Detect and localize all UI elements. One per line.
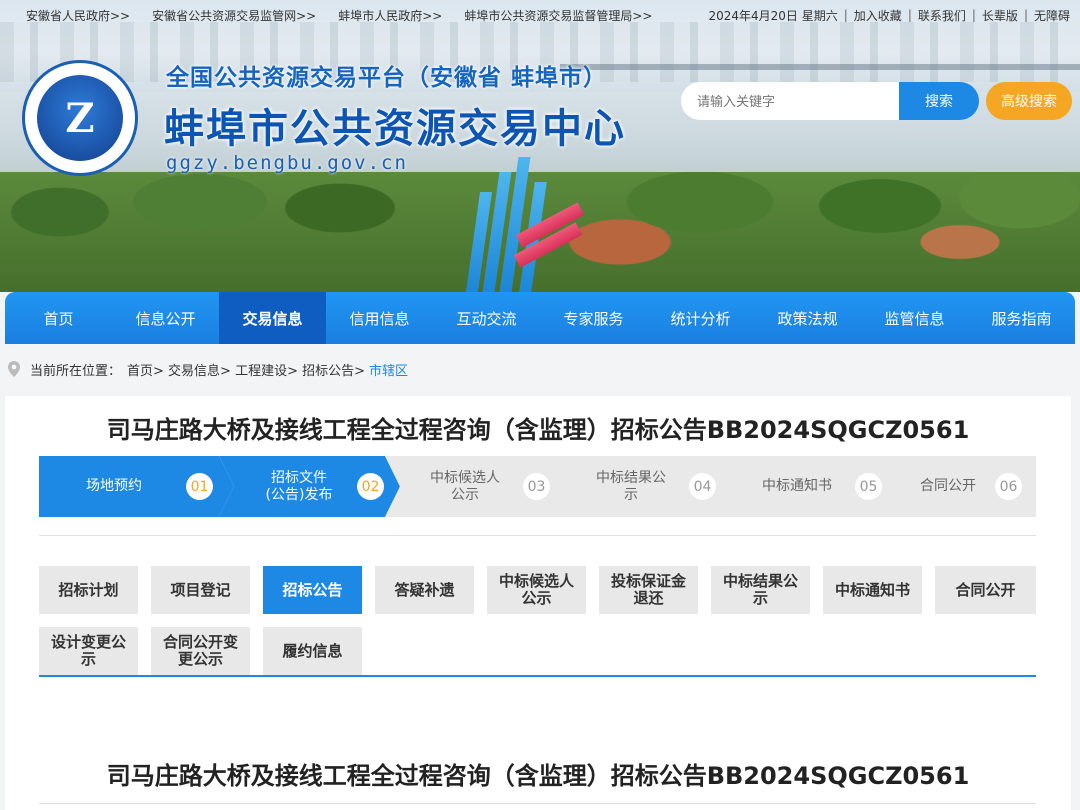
separator: | [971, 8, 976, 22]
content-card: 司马庄路大桥及接线工程全过程咨询（含监理）招标公告BB2024SQGCZ0561… [5, 396, 1071, 810]
nav-item-service-guide[interactable]: 服务指南 [968, 292, 1075, 344]
search-button[interactable]: 搜索 [899, 82, 979, 120]
tabs-underline [39, 675, 1036, 677]
tab-award-notice[interactable]: 中标通知书 [823, 566, 922, 614]
location-pin-icon [8, 361, 20, 377]
tab-bid-notice[interactable]: 招标公告 [263, 566, 362, 614]
step-5[interactable]: 中标通知书 05 [717, 456, 898, 517]
tab-deposit-refund[interactable]: 投标保证金退还 [599, 566, 698, 614]
site-title[interactable]: 蚌埠市公共资源交易中心 [164, 96, 626, 154]
banner-sculpture [455, 150, 585, 292]
tab-performance-info[interactable]: 履约信息 [263, 627, 362, 675]
banner-bridge [560, 64, 1080, 70]
breadcrumb-current[interactable]: 市辖区 [369, 360, 408, 379]
step-label: 中标候选人 公示 [430, 469, 500, 503]
step-2[interactable]: 招标文件 (公告)发布 02 [219, 456, 400, 517]
accessibility-link[interactable]: 无障碍 [1034, 7, 1070, 24]
advanced-search-button[interactable]: 高级搜索 [986, 82, 1072, 120]
tab-bid-plan[interactable]: 招标计划 [39, 566, 138, 614]
current-date: 2024年4月20日 星期六 [708, 8, 838, 23]
nav-item-expert-service[interactable]: 专家服务 [540, 292, 647, 344]
tab-result-publicity[interactable]: 中标结果公示 [711, 566, 810, 614]
breadcrumb: 当前所在位置： 首页> 交易信息> 工程建设> 招标公告> 市辖区 [0, 356, 408, 382]
step-3[interactable]: 中标候选人 公示 03 [385, 456, 566, 517]
step-label: 场地预约 [86, 478, 142, 494]
external-links: 安徽省人民政府>> 安徽省公共资源交易监管网>> 蚌埠市人民政府>> 蚌埠市公共… [0, 7, 675, 24]
title-divider [39, 803, 1036, 804]
top-utility-bar: 安徽省人民政府>> 安徽省公共资源交易监管网>> 蚌埠市人民政府>> 蚌埠市公共… [0, 0, 1080, 30]
step-number: 03 [523, 473, 550, 500]
step-number: 06 [995, 473, 1022, 500]
step-number: 01 [186, 473, 213, 500]
step-4[interactable]: 中标结果公 示 04 [551, 456, 732, 517]
step-6[interactable]: 合同公开 06 [883, 456, 1036, 517]
tab-project-registration[interactable]: 项目登记 [151, 566, 250, 614]
link-anhui-gov[interactable]: 安徽省人民政府>> [26, 7, 130, 24]
section-divider [39, 535, 1036, 536]
search-input[interactable] [681, 82, 901, 120]
site-logo[interactable]: Z [22, 60, 138, 176]
tab-contract-disclosure[interactable]: 合同公开 [935, 566, 1036, 614]
link-anhui-ggzy[interactable]: 安徽省公共资源交易监管网>> [152, 7, 316, 24]
nav-item-home[interactable]: 首页 [5, 292, 112, 344]
breadcrumb-label: 当前所在位置： [30, 363, 122, 379]
add-favorite-link[interactable]: 加入收藏 [854, 7, 902, 24]
contact-us-link[interactable]: 联系我们 [918, 7, 966, 24]
separator: | [843, 8, 848, 22]
process-steps: 场地预约 01 招标文件 (公告)发布 02 中标候选人 公示 03 中标结果公… [39, 456, 1036, 517]
step-1[interactable]: 场地预约 01 [39, 456, 234, 517]
step-label: 招标文件 (公告)发布 [265, 469, 333, 503]
elder-mode-link[interactable]: 长辈版 [982, 7, 1018, 24]
separator: | [1023, 8, 1028, 22]
notice-title: 司马庄路大桥及接线工程全过程咨询（含监理）招标公告BB2024SQGCZ0561 [106, 762, 970, 790]
step-number: 05 [855, 473, 882, 500]
separator: | [907, 8, 912, 22]
nav-item-trade-info[interactable]: 交易信息 [219, 292, 326, 344]
page-title: 司马庄路大桥及接线工程全过程咨询（含监理）招标公告BB2024SQGCZ0561 [106, 416, 970, 444]
logo-emblem-icon: Z [37, 75, 123, 161]
site-subtitle: 全国公共资源交易平台（安徽省 蚌埠市） [166, 65, 608, 91]
nav-item-policies[interactable]: 政策法规 [754, 292, 861, 344]
nav-item-supervision[interactable]: 监管信息 [861, 292, 968, 344]
step-label: 合同公开 [920, 478, 976, 494]
main-nav: 首页 信息公开 交易信息 信用信息 互动交流 专家服务 统计分析 政策法规 监管… [5, 292, 1075, 344]
link-bengbu-gov[interactable]: 蚌埠市人民政府>> [338, 7, 442, 24]
site-url: ggzy.bengbu.gov.cn [166, 152, 408, 174]
step-number: 02 [357, 473, 384, 500]
tab-qa-supplement[interactable]: 答疑补遗 [375, 566, 474, 614]
breadcrumb-path[interactable]: 首页> 交易信息> 工程建设> 招标公告> [127, 360, 365, 379]
top-right-actions: 2024年4月20日 星期六 | 加入收藏 | 联系我们 | 长辈版 | 无障碍 [708, 0, 1070, 30]
step-number: 04 [689, 473, 716, 500]
link-bengbu-supervision[interactable]: 蚌埠市公共资源交易监督管理局>> [464, 7, 652, 24]
tab-candidate-publicity[interactable]: 中标候选人公示 [487, 566, 586, 614]
nav-item-interaction[interactable]: 互动交流 [433, 292, 540, 344]
step-label: 中标结果公 示 [596, 469, 666, 503]
nav-item-statistics[interactable]: 统计分析 [647, 292, 754, 344]
tab-design-change[interactable]: 设计变更公示 [39, 627, 138, 675]
step-label: 中标通知书 [762, 478, 832, 494]
nav-item-credit-info[interactable]: 信用信息 [326, 292, 433, 344]
nav-item-info-disclosure[interactable]: 信息公开 [112, 292, 219, 344]
tab-contract-change[interactable]: 合同公开变更公示 [151, 627, 250, 675]
